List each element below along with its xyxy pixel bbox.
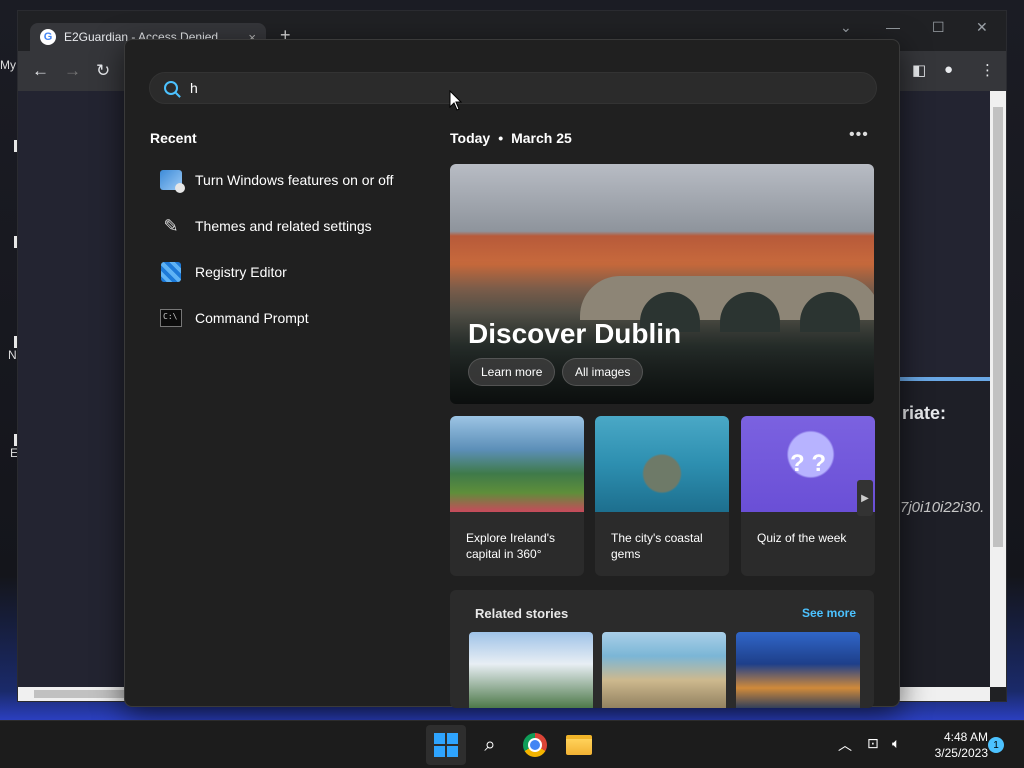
tab-search-icon[interactable]: ⌄ xyxy=(840,19,852,36)
menu-icon[interactable]: ⋮ xyxy=(980,61,995,79)
card-caption: Quiz of the week xyxy=(757,531,847,545)
taskbar: ⌕ ︿ ⊡ 🔈︎ 4:48 AM 3/25/2023 1 xyxy=(0,720,1024,768)
card-coastal-gems[interactable]: The city's coastal gems xyxy=(595,416,729,576)
clock-date: 3/25/2023 xyxy=(934,746,988,760)
chrome-taskbar-button[interactable] xyxy=(521,731,549,759)
windows-logo-icon xyxy=(434,733,458,757)
related-story-thumbnail[interactable] xyxy=(736,632,860,708)
vertical-scrollbar[interactable] xyxy=(990,91,1006,687)
google-icon: G xyxy=(40,29,56,45)
hero-title: Discover Dublin xyxy=(468,318,682,349)
carousel-next-button[interactable]: ▶ xyxy=(857,480,873,516)
desktop-icon-label: N xyxy=(8,348,17,362)
volume-icon[interactable]: 🔈︎ xyxy=(892,735,900,752)
search-icon xyxy=(164,81,178,95)
back-button[interactable]: ← xyxy=(32,61,49,81)
page-code: 7j0i10i22i30. xyxy=(900,499,985,516)
page-heading: riate: xyxy=(902,403,947,423)
page-panel xyxy=(900,381,990,687)
taskbar-search-icon[interactable]: ⌕ xyxy=(476,731,504,759)
start-button[interactable] xyxy=(426,725,466,765)
recent-item-label: Turn Windows features on or off xyxy=(195,172,394,188)
recent-item-windows-features[interactable]: Turn Windows features on or off xyxy=(159,166,393,194)
all-images-button[interactable]: All images xyxy=(562,358,644,386)
scrollbar-thumb[interactable] xyxy=(993,107,1003,547)
clock-time: 4:48 AM xyxy=(943,730,988,744)
related-story-thumbnail[interactable] xyxy=(469,632,593,708)
minimize-button[interactable]: — xyxy=(886,19,900,35)
recent-item-registry-editor[interactable]: Registry Editor xyxy=(159,258,287,286)
recent-item-themes[interactable]: ✎ Themes and related settings xyxy=(159,212,372,240)
search-box[interactable] xyxy=(149,72,877,104)
paintbrush-icon: ✎ xyxy=(163,215,179,236)
recent-item-label: Command Prompt xyxy=(195,310,309,326)
hero-card-dublin[interactable]: Discover Dublin Learn more All images xyxy=(450,164,874,404)
close-window-button[interactable]: ✕ xyxy=(976,19,988,36)
recent-item-label: Themes and related settings xyxy=(195,218,372,234)
learn-more-button[interactable]: Learn more xyxy=(468,358,556,386)
command-prompt-icon: C:\ xyxy=(159,306,183,330)
more-options-button[interactable]: ••• xyxy=(849,126,869,144)
related-stories-panel: Related stories See more xyxy=(450,590,874,708)
see-more-link[interactable]: See more xyxy=(802,606,856,620)
file-explorer-button[interactable] xyxy=(565,731,593,759)
forward-button[interactable]: → xyxy=(64,61,81,81)
show-hidden-icons-button[interactable]: ︿ xyxy=(838,735,852,755)
card-quiz[interactable]: ? ? Quiz of the week xyxy=(741,416,875,576)
today-date: March 25 xyxy=(511,130,572,146)
notification-badge[interactable]: 1 xyxy=(988,737,1004,753)
search-input[interactable] xyxy=(190,80,790,96)
maximize-button[interactable]: ☐ xyxy=(932,19,945,36)
network-icon[interactable]: ⊡ xyxy=(867,735,879,752)
card-caption: The city's coastal gems xyxy=(611,531,703,561)
today-label: Today xyxy=(450,130,491,146)
recent-heading: Recent xyxy=(150,130,197,146)
clock[interactable]: 4:48 AM 3/25/2023 xyxy=(922,729,988,761)
recent-item-command-prompt[interactable]: C:\ Command Prompt xyxy=(159,304,309,332)
scrollbar-thumb[interactable] xyxy=(34,690,124,698)
desktop-icon-label: My xyxy=(0,58,16,72)
reload-button[interactable]: ↻ xyxy=(96,61,110,81)
sidebar-icon[interactable]: ◧ xyxy=(912,61,926,79)
windows-features-icon xyxy=(159,168,185,193)
chrome-icon xyxy=(523,733,547,757)
card-image xyxy=(450,416,584,512)
profile-icon[interactable]: ● xyxy=(944,61,953,78)
search-flyout: Recent Turn Windows features on or off ✎… xyxy=(124,39,900,708)
card-image xyxy=(595,416,729,512)
question-mark-icon: ? ? xyxy=(741,416,875,512)
today-separator: • xyxy=(498,130,504,146)
recent-item-label: Registry Editor xyxy=(195,264,287,280)
related-story-thumbnail[interactable] xyxy=(602,632,726,708)
related-heading: Related stories xyxy=(475,606,569,621)
folder-icon xyxy=(566,735,592,755)
registry-editor-icon xyxy=(159,260,183,284)
mouse-cursor-icon xyxy=(449,90,463,111)
card-caption: Explore Ireland's capital in 360° xyxy=(466,531,556,561)
today-header: Today • March 25 xyxy=(450,130,572,146)
card-explore-ireland[interactable]: Explore Ireland's capital in 360° xyxy=(450,416,584,576)
